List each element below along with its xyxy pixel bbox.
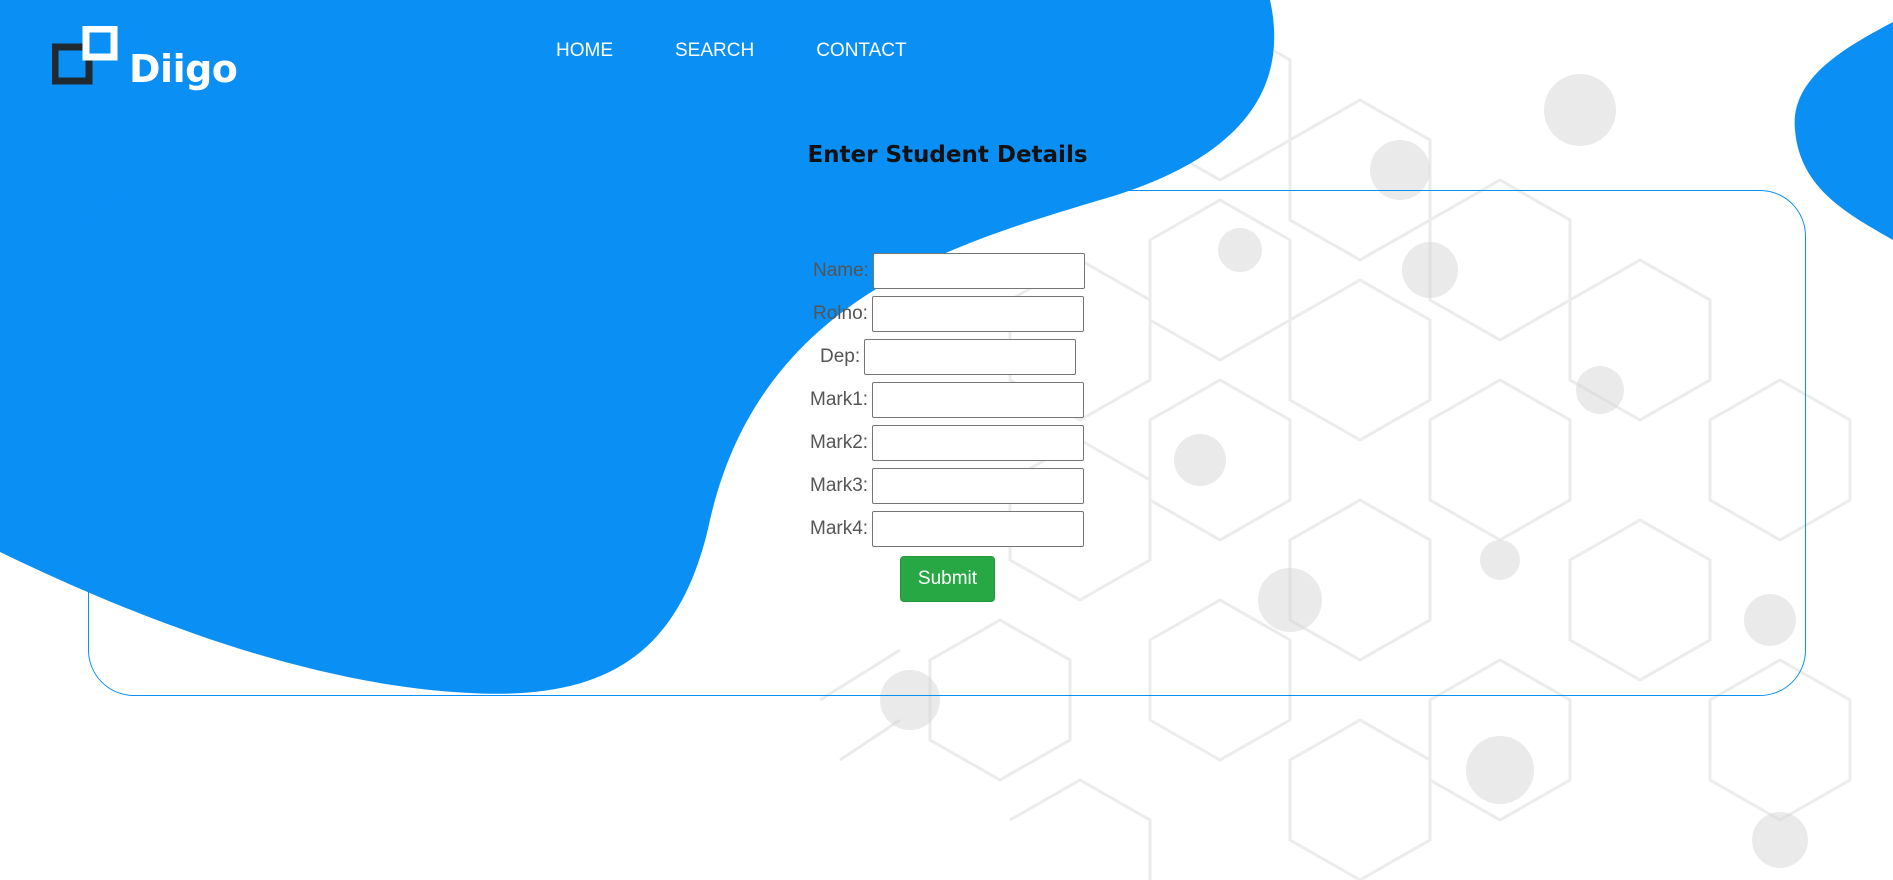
form-title: Enter Student Details [807, 142, 1088, 168]
main-nav: HOME SEARCH CONTACT [556, 40, 969, 62]
squares-logo-icon [52, 26, 118, 85]
field-row-dep: Dep: [820, 338, 1077, 376]
mark4-input[interactable] [872, 511, 1085, 547]
mark1-input[interactable] [872, 382, 1085, 418]
field-row-mark4: Mark4: [810, 510, 1085, 548]
mark1-label: Mark1: [810, 389, 869, 410]
mark4-label: Mark4: [810, 518, 869, 539]
page: Diigo HOME SEARCH CONTACT Enter Student … [0, 0, 1893, 880]
rolno-label: Rolno: [813, 303, 868, 324]
name-input[interactable] [872, 253, 1085, 289]
nav-home-link[interactable]: HOME [556, 40, 613, 62]
nav-contact-link[interactable]: CONTACT [816, 40, 906, 62]
dep-input[interactable] [864, 339, 1077, 375]
dep-label: Dep: [820, 346, 861, 367]
mark3-label: Mark3: [810, 475, 869, 496]
header: Diigo HOME SEARCH CONTACT [0, 0, 1893, 110]
field-row-rolno: Rolno: [813, 295, 1084, 333]
field-row-mark1: Mark1: [810, 381, 1085, 419]
submit-button[interactable]: Submit [900, 556, 995, 602]
brand-name: Diigo [129, 47, 238, 91]
mark2-input[interactable] [872, 425, 1085, 461]
logo[interactable]: Diigo [52, 26, 238, 100]
rolno-input[interactable] [871, 296, 1084, 332]
mark2-label: Mark2: [810, 432, 869, 453]
nav-search-link[interactable]: SEARCH [675, 40, 754, 62]
field-row-name: Name: [813, 252, 1085, 290]
field-row-mark3: Mark3: [810, 467, 1085, 505]
field-row-mark2: Mark2: [810, 424, 1085, 462]
name-label: Name: [813, 260, 869, 281]
mark3-input[interactable] [872, 468, 1085, 504]
